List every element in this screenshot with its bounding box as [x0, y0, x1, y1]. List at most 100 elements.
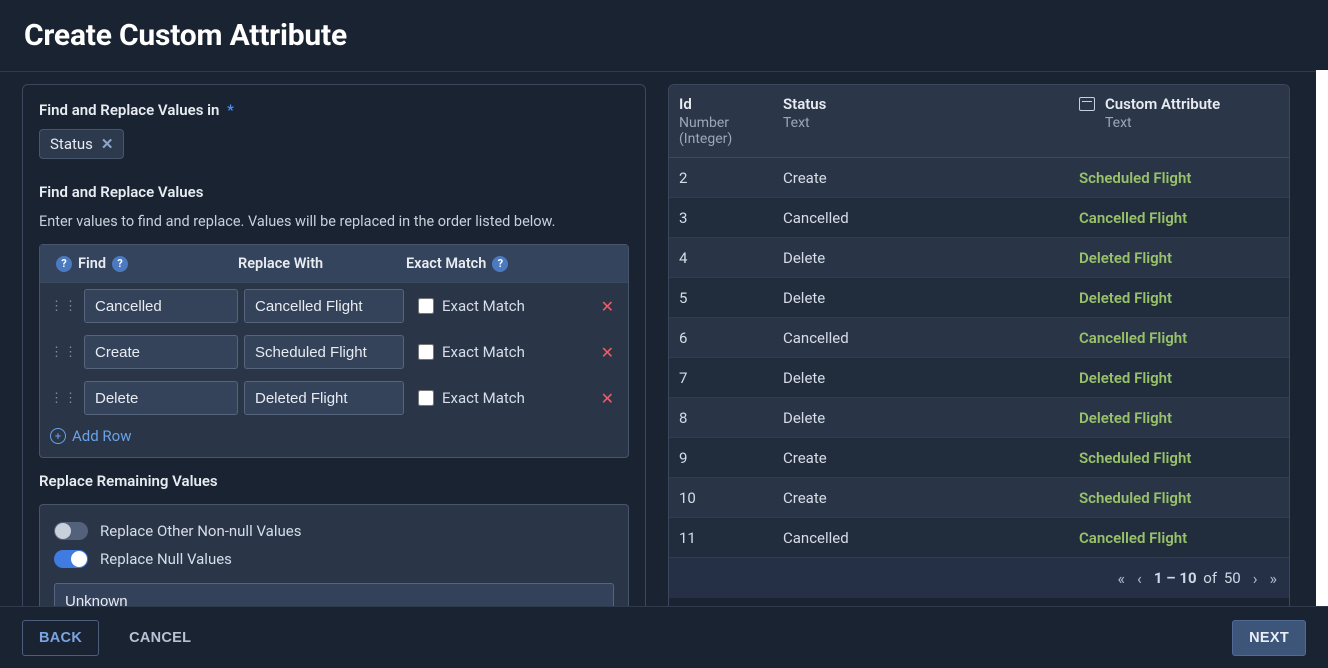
cancel-button[interactable]: CANCEL — [113, 621, 207, 655]
cell-custom: Scheduled Flight — [1079, 449, 1279, 467]
toggle-null-label: Replace Null Values — [100, 550, 232, 568]
replace-input[interactable] — [244, 289, 404, 323]
cell-id: 2 — [679, 169, 783, 187]
exact-match-checkbox[interactable] — [418, 344, 434, 360]
page-total: 50 — [1224, 569, 1241, 587]
replace-input[interactable] — [244, 381, 404, 415]
toggle-nonnull-label: Replace Other Non-null Values — [100, 522, 301, 540]
col-status-type: Text — [783, 115, 1079, 131]
exact-match-checkbox[interactable] — [418, 390, 434, 406]
table-row: 8DeleteDeleted Flight — [669, 398, 1289, 438]
cell-custom: Cancelled Flight — [1079, 529, 1279, 547]
drag-handle-icon[interactable]: ⋮⋮ — [50, 345, 78, 360]
cell-status: Cancelled — [783, 209, 1079, 227]
delete-row-icon[interactable]: ✕ — [601, 343, 618, 362]
table-row: 10CreateScheduled Flight — [669, 478, 1289, 518]
wizard-footer: BACK CANCEL NEXT — [0, 606, 1328, 668]
table-row: 7DeleteDeleted Flight — [669, 358, 1289, 398]
remaining-label: Replace Remaining Values — [39, 472, 629, 490]
vertical-scrollbar[interactable] — [1316, 70, 1328, 606]
col-id-name: Id — [679, 95, 783, 113]
cell-custom: Cancelled Flight — [1079, 209, 1279, 227]
drag-handle-icon[interactable]: ⋮⋮ — [50, 299, 78, 314]
table-row: 2CreateScheduled Flight — [669, 158, 1289, 198]
replace-input[interactable] — [244, 335, 404, 369]
delete-row-icon[interactable]: ✕ — [601, 297, 618, 316]
cell-status: Delete — [783, 409, 1079, 427]
col-status-name: Status — [783, 95, 1079, 113]
exact-match-label: Exact Match — [442, 297, 525, 315]
preview-body: 2CreateScheduled Flight3CancelledCancell… — [669, 158, 1289, 558]
find-input[interactable] — [84, 335, 238, 369]
page-prev-icon[interactable]: ‹ — [1137, 569, 1142, 588]
page-range-value: 1 – 10 — [1154, 569, 1197, 587]
cell-id: 10 — [679, 489, 783, 507]
table-row: 11CancelledCancelled Flight — [669, 518, 1289, 558]
rule-row: ⋮⋮ Exact Match ✕ — [40, 375, 628, 421]
rules-table: ? Find ? Replace With Exact Match ? ⋮⋮ — [39, 244, 629, 458]
cell-custom: Deleted Flight — [1079, 249, 1279, 267]
help-icon[interactable]: ? — [56, 256, 72, 272]
page-last-icon[interactable]: » — [1270, 569, 1278, 588]
find-values-label: Find and Replace Values — [39, 183, 629, 201]
help-icon[interactable]: ? — [112, 256, 128, 272]
cell-id: 3 — [679, 209, 783, 227]
find-values-hint: Enter values to find and replace. Values… — [39, 211, 629, 232]
find-input[interactable] — [84, 381, 238, 415]
next-button[interactable]: NEXT — [1232, 620, 1306, 656]
cell-id: 9 — [679, 449, 783, 467]
cell-custom: Cancelled Flight — [1079, 329, 1279, 347]
config-panel: Find and Replace Values in * Status ✕ Fi… — [22, 84, 646, 651]
exact-match-label: Exact Match — [442, 343, 525, 361]
col-find-label: Find — [78, 255, 106, 272]
selected-column-chip[interactable]: Status ✕ — [39, 129, 124, 159]
chip-label: Status — [50, 135, 93, 153]
help-icon[interactable]: ? — [492, 256, 508, 272]
cell-custom: Deleted Flight — [1079, 369, 1279, 387]
cell-custom: Deleted Flight — [1079, 409, 1279, 427]
table-row: 6CancelledCancelled Flight — [669, 318, 1289, 358]
cell-custom: Scheduled Flight — [1079, 489, 1279, 507]
required-asterisk: * — [227, 101, 234, 119]
calculated-column-icon — [1079, 97, 1095, 111]
back-button[interactable]: BACK — [22, 620, 99, 656]
page-of-label: of — [1203, 569, 1217, 587]
cell-id: 5 — [679, 289, 783, 307]
cell-id: 11 — [679, 529, 783, 547]
exact-match-checkbox[interactable] — [418, 298, 434, 314]
plus-icon: + — [50, 428, 66, 444]
rule-row: ⋮⋮ Exact Match ✕ — [40, 283, 628, 329]
cell-status: Cancelled — [783, 329, 1079, 347]
toggle-nonnull[interactable] — [54, 522, 88, 540]
toggle-null[interactable] — [54, 550, 88, 568]
page-range: 1 – 10 of 50 — [1154, 569, 1241, 587]
page-first-icon[interactable]: « — [1118, 569, 1126, 588]
cell-status: Create — [783, 169, 1079, 187]
cell-status: Cancelled — [783, 529, 1079, 547]
cell-custom: Scheduled Flight — [1079, 169, 1279, 187]
add-row-label: Add Row — [72, 427, 132, 445]
col-custom-name: Custom Attribute — [1105, 95, 1220, 113]
find-in-label-text: Find and Replace Values in — [39, 101, 219, 119]
table-row: 9CreateScheduled Flight — [669, 438, 1289, 478]
cell-status: Delete — [783, 289, 1079, 307]
cell-id: 7 — [679, 369, 783, 387]
remove-chip-icon[interactable]: ✕ — [101, 135, 114, 153]
cell-id: 4 — [679, 249, 783, 267]
page-next-icon[interactable]: › — [1253, 569, 1258, 588]
cell-id: 6 — [679, 329, 783, 347]
col-exact-label: Exact Match — [406, 255, 486, 272]
cell-status: Create — [783, 449, 1079, 467]
cell-status: Delete — [783, 369, 1079, 387]
find-input[interactable] — [84, 289, 238, 323]
add-row-button[interactable]: + Add Row — [40, 421, 142, 447]
table-row: 4DeleteDeleted Flight — [669, 238, 1289, 278]
col-id-type: Number (Integer) — [679, 115, 783, 147]
drag-handle-icon[interactable]: ⋮⋮ — [50, 391, 78, 406]
page-title: Create Custom Attribute — [24, 18, 1304, 53]
cell-custom: Deleted Flight — [1079, 289, 1279, 307]
delete-row-icon[interactable]: ✕ — [601, 389, 618, 408]
col-replace-label: Replace With — [238, 255, 406, 272]
table-row: 5DeleteDeleted Flight — [669, 278, 1289, 318]
rules-header: ? Find ? Replace With Exact Match ? — [40, 245, 628, 283]
